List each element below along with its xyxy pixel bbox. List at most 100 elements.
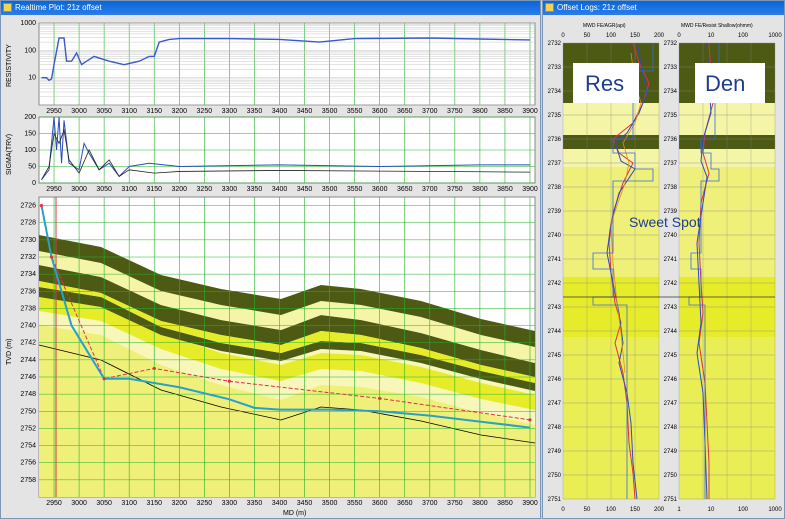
track-scale-label: 1000 bbox=[768, 507, 782, 513]
depth-tick-label: 2737 bbox=[664, 161, 678, 167]
depth-tick-label: 2732 bbox=[548, 41, 562, 47]
offset-logs-canvas[interactable]: Res MWD FE/AGR(api) 0 50 100 150 200 0 50 100 1… bbox=[543, 15, 784, 518]
planned-survey-point bbox=[152, 366, 156, 371]
den-track-header: MWD FE/Resist Shallow(ohmm) bbox=[681, 23, 753, 29]
track-scale-label: 1000 bbox=[768, 33, 782, 39]
md-tick-label: 3400 bbox=[272, 500, 288, 507]
track-scale-label: 50 bbox=[584, 33, 591, 39]
md-tick-label: 3000 bbox=[71, 186, 87, 193]
track-scale-label: 100 bbox=[738, 507, 749, 513]
md-tick-label: 3250 bbox=[197, 108, 213, 115]
md-tick-label: 3450 bbox=[297, 108, 313, 115]
md-tick-label: 3000 bbox=[71, 500, 87, 507]
track-scale-label: 100 bbox=[606, 33, 617, 39]
md-tick-label: 3800 bbox=[472, 500, 488, 507]
md-tick-label: 3200 bbox=[171, 500, 187, 507]
md-tick-label: 3000 bbox=[71, 108, 87, 115]
res-track-header: MWD FE/AGR(api) bbox=[583, 23, 626, 29]
tvd-tick-label: 2726 bbox=[20, 203, 36, 210]
track-scale-label: 100 bbox=[738, 33, 749, 39]
depth-tick-label: 2732 bbox=[664, 41, 678, 47]
depth-tick-label: 2749 bbox=[548, 449, 562, 455]
resistivity-tick-label: 1000 bbox=[20, 20, 36, 27]
den-label: Den bbox=[705, 71, 745, 96]
md-tick-label: 3900 bbox=[522, 108, 538, 115]
tvd-panel[interactable]: 2726 2728 2730 2732 2734 2736 2738 2740 2742 2744… bbox=[6, 196, 536, 517]
md-tick-label: 3300 bbox=[222, 108, 238, 115]
sigma-panel[interactable]: 200 150 100 50 0 SIGMA(TRV) bbox=[6, 114, 536, 187]
md-tick-label: 3650 bbox=[397, 500, 413, 507]
md-tick-label: 3600 bbox=[372, 186, 388, 193]
res-track[interactable]: Res MWD FE/AGR(api) 0 50 100 150 200 0 50 100 1… bbox=[561, 23, 664, 513]
track-scale-label: 200 bbox=[654, 507, 665, 513]
realtime-plot-titlebar[interactable]: Realtime Plot: 21z offset bbox=[1, 1, 540, 15]
depth-tick-label: 2738 bbox=[664, 185, 678, 191]
tvd-tick-label: 2754 bbox=[20, 443, 36, 450]
depth-tick-label: 2744 bbox=[664, 329, 678, 335]
resistivity-tick-label: 100 bbox=[24, 47, 36, 54]
md-tick-label: 3750 bbox=[447, 186, 463, 193]
planned-survey-point bbox=[378, 396, 382, 401]
offset-logs-titlebar[interactable]: Offset Logs: 21z offset bbox=[543, 1, 784, 15]
md-tick-label: 3550 bbox=[347, 186, 363, 193]
depth-tick-label: 2740 bbox=[548, 233, 562, 239]
sweet-spot-label: Sweet Spot bbox=[629, 214, 701, 230]
resistivity-axis-label: RESISTIVITY bbox=[6, 44, 13, 87]
offset-logs-title: Offset Logs: 21z offset bbox=[557, 3, 637, 12]
md-tick-label: 3550 bbox=[347, 108, 363, 115]
md-tick-label: 3400 bbox=[272, 186, 288, 193]
depth-tick-label: 2747 bbox=[548, 401, 562, 407]
track-scale-label: 10 bbox=[708, 507, 715, 513]
track-scale-label: 150 bbox=[630, 33, 641, 39]
planned-survey-point bbox=[102, 377, 106, 381]
depth-tick-label: 2735 bbox=[664, 113, 678, 119]
md-tick-label: 3100 bbox=[121, 108, 137, 115]
depth-tick-label: 2741 bbox=[548, 257, 562, 263]
md-tick-label: 3600 bbox=[372, 108, 388, 115]
depth-tick-label: 2739 bbox=[548, 209, 562, 215]
md-axis-label: MD (m) bbox=[283, 510, 306, 517]
tvd-tick-label: 2746 bbox=[20, 374, 36, 381]
tvd-tick-label: 2750 bbox=[20, 408, 36, 415]
md-tick-label: 3050 bbox=[96, 186, 112, 193]
depth-tick-label: 2750 bbox=[664, 473, 678, 479]
depth-tick-label: 2736 bbox=[548, 137, 562, 143]
depth-tick-label: 2735 bbox=[548, 113, 562, 119]
depth-tick-label: 2733 bbox=[664, 65, 678, 71]
track-scale-label: 100 bbox=[606, 507, 617, 513]
offset-logs-window: Offset Logs: 21z offset Res MWD FE/AGR(a… bbox=[542, 0, 785, 519]
den-track[interactable]: Den MWD FE/Resist Shallow(ohmm) 0 10 100 10… bbox=[677, 23, 782, 513]
depth-tick-label: 2743 bbox=[548, 305, 562, 311]
depth-tick-label: 2747 bbox=[664, 401, 678, 407]
realtime-plot-canvas[interactable]: 1000 100 10 RESISTIVITY 200 150 100 50 0 SIGMA… bbox=[1, 15, 540, 518]
tvd-tick-label: 2728 bbox=[20, 220, 36, 227]
tvd-tick-label: 2756 bbox=[20, 460, 36, 467]
tvd-axis-label: TVD (m) bbox=[6, 339, 13, 365]
realtime-plot-window: Realtime Plot: 21z offset 1000 100 10 RESI… bbox=[0, 0, 541, 519]
realtime-plot-title: Realtime Plot: 21z offset bbox=[15, 3, 102, 12]
resistivity-tick-label: 10 bbox=[28, 75, 36, 82]
md-tick-label: 3350 bbox=[247, 186, 263, 193]
sigma-axis-label: SIGMA(TRV) bbox=[6, 134, 13, 175]
resistivity-panel[interactable]: 1000 100 10 RESISTIVITY bbox=[6, 20, 536, 106]
md-tick-label: 3800 bbox=[472, 186, 488, 193]
md-tick-label: 3250 bbox=[197, 186, 213, 193]
md-tick-label: 3700 bbox=[422, 186, 438, 193]
depth-tick-label: 2745 bbox=[548, 353, 562, 359]
depth-tick-label: 2746 bbox=[664, 377, 678, 383]
depth-tick-label: 2748 bbox=[664, 425, 678, 431]
app-icon bbox=[3, 3, 12, 12]
md-tick-label: 3900 bbox=[522, 186, 538, 193]
depth-tick-label: 2749 bbox=[664, 449, 678, 455]
track-scale-label: 200 bbox=[654, 33, 665, 39]
depth-tick-label: 2734 bbox=[548, 89, 562, 95]
md-tick-label: 3200 bbox=[171, 186, 187, 193]
md-tick-label: 3600 bbox=[372, 500, 388, 507]
sigma-tick-label: 0 bbox=[32, 180, 36, 187]
depth-tick-label: 2736 bbox=[664, 137, 678, 143]
md-tick-label: 3300 bbox=[222, 500, 238, 507]
md-tick-label: 3500 bbox=[322, 186, 338, 193]
md-tick-label: 2950 bbox=[46, 500, 62, 507]
tvd-tick-label: 2740 bbox=[20, 323, 36, 330]
planned-survey-point bbox=[49, 255, 54, 259]
